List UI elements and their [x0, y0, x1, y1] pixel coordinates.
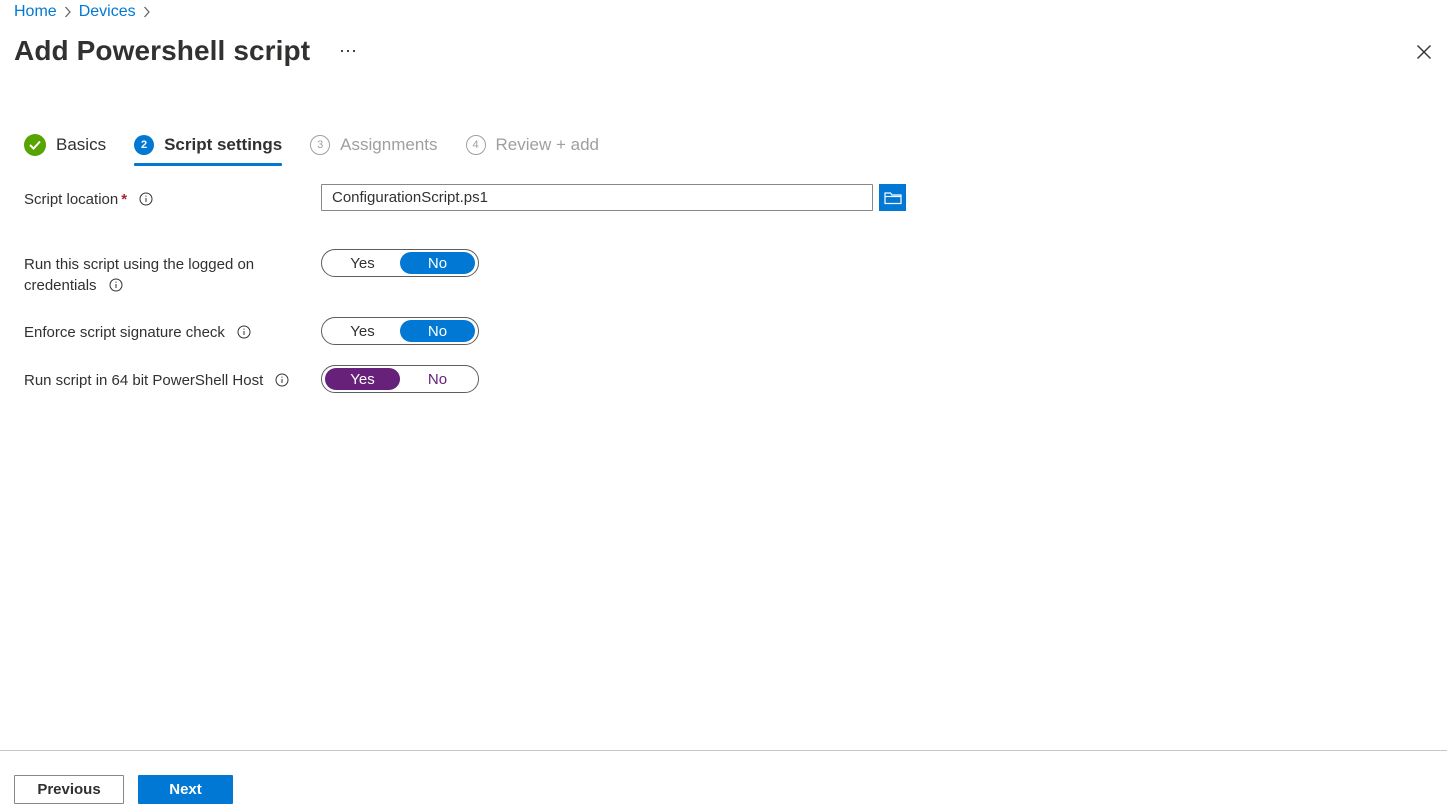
step-number-4: 4 — [465, 135, 486, 155]
signature-check-label: Enforce script signature check — [24, 324, 225, 341]
script-location-field — [321, 184, 906, 211]
breadcrumb: Home Devices — [14, 2, 158, 22]
logged-on-credentials-row: Run this script using the logged on cred… — [24, 254, 284, 296]
step-basics[interactable]: Basics — [24, 130, 106, 160]
browse-file-button[interactable] — [879, 184, 906, 211]
required-mark: * — [121, 191, 128, 208]
wizard-steps: Basics 2 Script settings 3 Assignments 4… — [24, 130, 627, 166]
signature-check-yes[interactable]: Yes — [325, 320, 400, 342]
script-location-label: Script location — [24, 191, 119, 208]
step-number-2: 2 — [134, 135, 155, 155]
run-64bit-label: Run script in 64 bit PowerShell Host — [24, 372, 264, 389]
step-assignments[interactable]: 3 Assignments — [310, 130, 438, 160]
signature-check-row: Enforce script signature check — [24, 322, 284, 343]
run-64bit-row: Run script in 64 bit PowerShell Host — [24, 370, 314, 391]
script-location-row: Script location * — [24, 189, 284, 210]
step-number-3: 3 — [310, 135, 331, 155]
run-64bit-yes[interactable]: Yes — [325, 368, 400, 390]
footer-divider — [0, 750, 1447, 751]
logged-on-credentials-yes[interactable]: Yes — [325, 252, 400, 274]
logged-on-credentials-toggle: Yes No — [321, 249, 479, 277]
step-script-settings[interactable]: 2 Script settings — [134, 130, 283, 166]
logged-on-credentials-label-line2: credentials — [24, 277, 97, 294]
previous-button[interactable]: Previous — [14, 775, 124, 804]
logged-on-credentials-label-wrap: Run this script using the logged on cred… — [24, 254, 284, 296]
step-review-add-label: Review + add — [495, 135, 599, 154]
chevron-right-icon — [64, 5, 72, 19]
breadcrumb-home[interactable]: Home — [14, 3, 57, 21]
page-title: Add Powershell script — [14, 35, 311, 66]
close-button[interactable] — [1412, 40, 1436, 64]
script-location-label-wrap: Script location * — [24, 189, 284, 210]
signature-check-no[interactable]: No — [400, 320, 475, 342]
info-icon[interactable] — [109, 278, 123, 292]
info-icon[interactable] — [275, 373, 289, 387]
info-icon[interactable] — [139, 192, 153, 206]
next-button[interactable]: Next — [138, 775, 233, 804]
breadcrumb-devices[interactable]: Devices — [79, 3, 136, 21]
step-script-settings-label: Script settings — [164, 135, 283, 154]
run-64bit-toggle: Yes No — [321, 365, 479, 393]
folder-icon — [883, 191, 902, 204]
logged-on-credentials-label-line1: Run this script using the logged on — [24, 256, 255, 273]
script-location-input[interactable] — [321, 184, 873, 211]
run-64bit-label-wrap: Run script in 64 bit PowerShell Host — [24, 370, 314, 391]
step-review-add[interactable]: 4 Review + add — [465, 130, 599, 160]
more-options-button[interactable] — [338, 41, 358, 61]
title-row: Add Powershell script — [14, 34, 358, 68]
signature-check-label-wrap: Enforce script signature check — [24, 322, 284, 343]
chevron-right-icon — [143, 5, 151, 19]
ellipsis-icon — [341, 49, 356, 53]
step-basics-label: Basics — [56, 135, 107, 154]
step-assignments-label: Assignments — [340, 135, 438, 154]
run-64bit-no[interactable]: No — [400, 368, 475, 390]
logged-on-credentials-no[interactable]: No — [400, 252, 475, 274]
close-icon — [1417, 45, 1431, 59]
checkmark-icon — [24, 134, 46, 156]
info-icon[interactable] — [237, 325, 251, 339]
signature-check-toggle: Yes No — [321, 317, 479, 345]
